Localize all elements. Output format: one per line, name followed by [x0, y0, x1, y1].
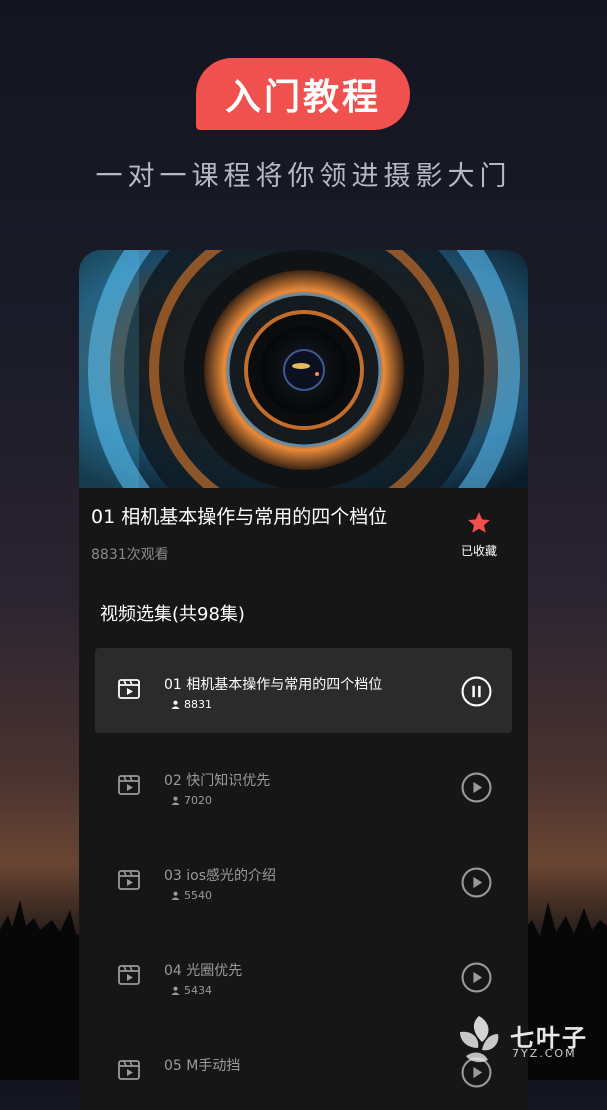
episode-views: 5434 [171, 984, 212, 997]
episode-item[interactable]: 03 ios感光的介绍 5540 [95, 839, 512, 924]
section-badge: 入门教程 [196, 58, 410, 130]
episode-item[interactable]: 05 M手动挡 [95, 1029, 512, 1110]
episode-view-count: 5434 [184, 984, 212, 997]
episode-title: 02 快门知识优先 [164, 773, 271, 789]
episode-view-count: 5540 [184, 889, 212, 902]
episode-title: 05 M手动挡 [164, 1058, 241, 1074]
favorite-button[interactable]: 已收藏 [451, 510, 507, 559]
pause-icon[interactable] [461, 676, 492, 707]
episode-item[interactable]: 04 光圈优先 5434 [95, 934, 512, 1019]
video-clip-icon [118, 870, 140, 890]
play-icon[interactable] [461, 962, 492, 993]
section-subtitle: 一对一课程将你领进摄影大门 [95, 161, 512, 192]
favorite-label: 已收藏 [460, 544, 497, 558]
course-card: 01 相机基本操作与常用的四个档位 8831次观看 已收藏 视频选集(共98集)… [79, 250, 528, 1110]
episode-title: 03 ios感光的介绍 [164, 868, 277, 884]
video-clip-icon [118, 775, 140, 795]
user-icon [171, 796, 180, 805]
episode-views: 7020 [171, 794, 212, 807]
video-clip-icon [118, 1060, 140, 1080]
episode-views: 5540 [171, 889, 212, 902]
user-icon [171, 986, 180, 995]
episode-views: 8831 [171, 698, 212, 711]
user-icon [171, 891, 180, 900]
course-cover-image[interactable] [79, 250, 528, 488]
episode-title: 01 相机基本操作与常用的四个档位 [164, 677, 383, 693]
episode-view-count: 8831 [184, 698, 212, 711]
user-icon [171, 700, 180, 709]
video-clip-icon [118, 965, 140, 985]
leaf-logo-icon [460, 1016, 499, 1063]
play-icon[interactable] [461, 867, 492, 898]
episode-item[interactable]: 02 快门知识优先 7020 [95, 744, 512, 829]
play-icon[interactable] [461, 772, 492, 803]
episode-list-title: 视频选集(共98集) [100, 604, 245, 625]
episode-view-count: 7020 [184, 794, 212, 807]
course-title: 01 相机基本操作与常用的四个档位 [91, 506, 388, 528]
video-clip-icon [118, 679, 140, 699]
episode-title: 04 光圈优先 [164, 963, 243, 979]
episode-item[interactable]: 01 相机基本操作与常用的四个档位 8831 [95, 648, 512, 733]
watermark-domain: 7YZ.COM [512, 1047, 577, 1060]
star-icon [468, 512, 490, 533]
course-view-count: 8831次观看 [91, 547, 169, 563]
